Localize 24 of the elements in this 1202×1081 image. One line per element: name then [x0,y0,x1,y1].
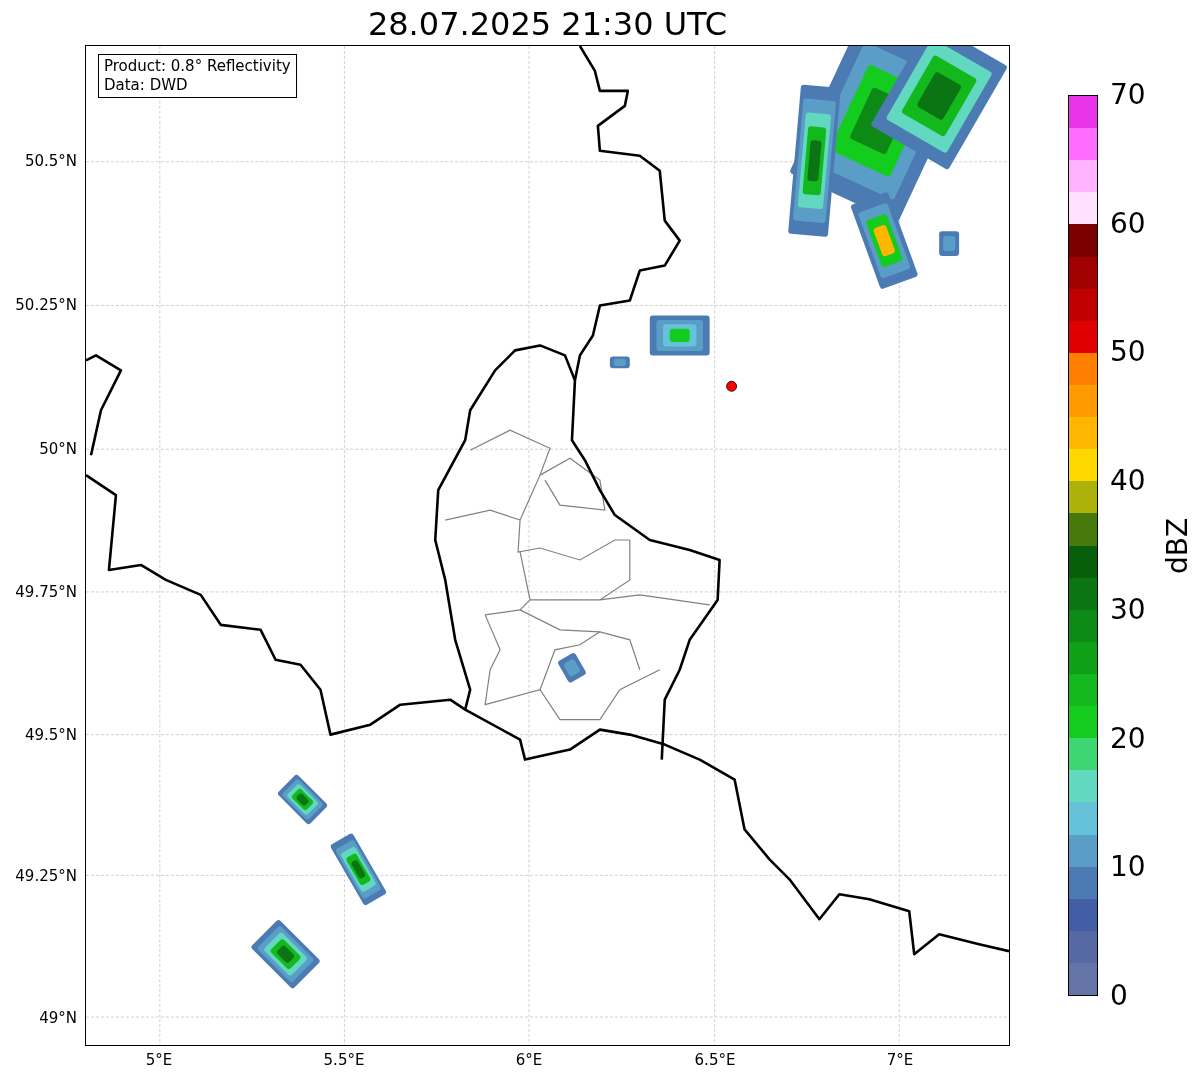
scale-label: 10 [1110,851,1146,884]
latitude-label: 49.75°N [15,582,77,602]
longitude-label: 7°E [886,1050,914,1070]
scale-label: 30 [1110,593,1146,626]
colorbar-title: dBZ [1162,517,1194,574]
scale-label: 40 [1110,465,1146,498]
scale-label: 20 [1110,722,1146,755]
latitude-label: 49.25°N [15,866,77,886]
scale-label: 70 [1110,79,1146,111]
chart-title: 28.07.2025 21:30 UTC [367,4,728,45]
info-text: Data: DWD [104,76,189,95]
longitude-label: 5.5°E [323,1050,365,1070]
latitude-label: 49°N [39,1008,77,1028]
longitude-label: 6.5°E [694,1050,736,1070]
longitude-label: 5°E [145,1050,173,1070]
scale-label: 60 [1110,207,1146,240]
latitude-label: 49.5°N [24,725,77,745]
info-text: Product: 0.8° Reflectivity [104,57,291,76]
latitude-label: 50.25°N [15,295,77,315]
latitude-label: 50.5°N [24,151,77,171]
longitude-label: 6°E [515,1050,543,1070]
scale-label: 0 [1110,980,1128,1012]
scale-label: 50 [1110,336,1146,369]
latitude-label: 50°N [39,439,77,459]
